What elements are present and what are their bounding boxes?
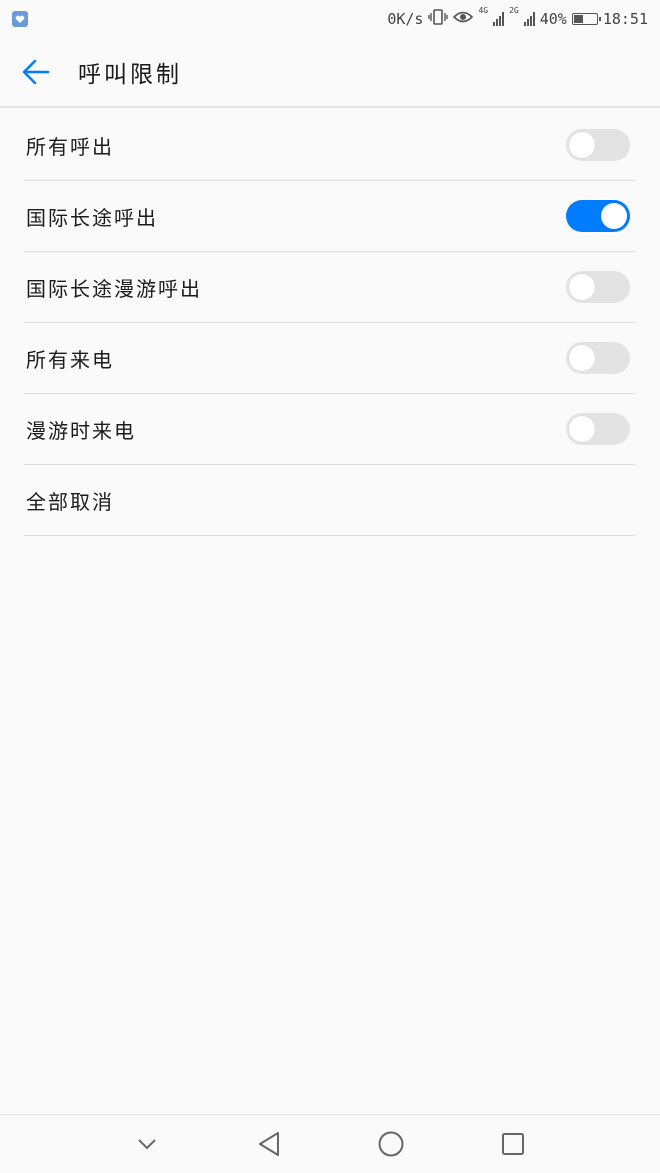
cancel-all-row[interactable]: 全部取消 [24,465,636,536]
nav-home-button[interactable] [330,1115,452,1173]
switch-knob [569,345,595,371]
switch-knob [569,274,595,300]
setting-label: 所有来电 [26,347,114,372]
switch-knob [601,203,627,229]
back-triangle-icon [259,1132,279,1156]
switch-knob [569,416,595,442]
toggle-switch[interactable] [566,200,630,232]
notification-app-icon [12,11,28,27]
nav-back-button[interactable] [208,1115,330,1173]
hide-nav-button[interactable] [86,1115,208,1173]
arrow-left-icon [22,59,50,85]
network-type-2: 2G [509,6,519,15]
home-circle-icon [378,1131,404,1157]
cancel-all-label: 全部取消 [26,489,114,514]
setting-row-all-incoming[interactable]: 所有来电 [24,323,636,394]
setting-label: 国际长途漫游呼出 [26,276,202,301]
network-type-1: 4G [478,6,489,15]
signal-1-icon [493,12,505,26]
signal-2-icon [523,12,535,26]
setting-label: 所有呼出 [26,134,114,159]
setting-row-international-roaming-outgoing[interactable]: 国际长途漫游呼出 [24,252,636,323]
status-bar: 0K/s 4G 2G 40% 18:51 [0,0,660,38]
toggle-switch[interactable] [566,413,630,445]
settings-list: 所有呼出 国际长途呼出 国际长途漫游呼出 所有来电 漫游时来电 全部取消 [24,110,636,536]
vibrate-icon [428,9,449,29]
chevron-down-icon [138,1139,156,1150]
setting-label: 漫游时来电 [26,418,136,443]
setting-row-international-outgoing[interactable]: 国际长途呼出 [24,181,636,252]
recents-square-icon [502,1133,524,1155]
toggle-switch[interactable] [566,342,630,374]
app-bar: 呼叫限制 [0,38,660,108]
toggle-switch[interactable] [566,271,630,303]
clock: 18:51 [602,10,648,28]
navigation-bar [0,1114,660,1173]
switch-knob [569,132,595,158]
page-title: 呼叫限制 [78,62,182,88]
setting-row-roaming-incoming[interactable]: 漫游时来电 [24,394,636,465]
toggle-switch[interactable] [566,129,630,161]
setting-label: 国际长途呼出 [26,205,158,230]
back-button[interactable] [0,37,78,107]
eye-comfort-icon [453,10,474,28]
status-indicators: 0K/s 4G 2G 40% 18:51 [387,6,648,29]
setting-row-all-outgoing[interactable]: 所有呼出 [24,110,636,181]
network-speed: 0K/s [387,10,424,28]
battery-icon [571,13,601,25]
nav-recents-button[interactable] [452,1115,574,1173]
battery-percent: 40% [539,10,567,28]
